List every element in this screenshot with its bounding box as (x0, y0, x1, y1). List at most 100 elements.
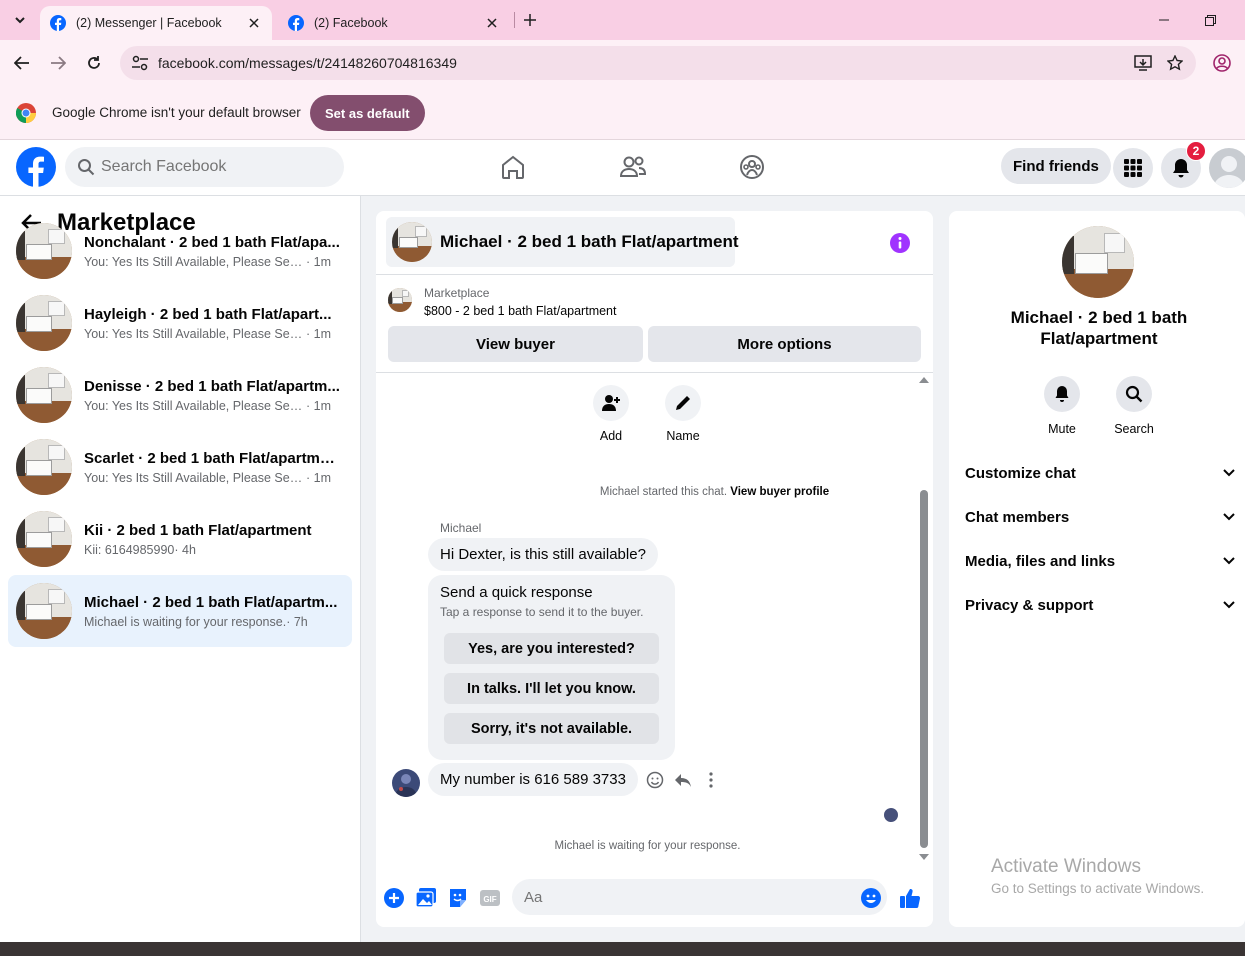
media-files-links-section[interactable]: Media, files and links (965, 549, 1235, 573)
default-browser-infobar: Google Chrome isn't your default browser… (0, 86, 1245, 140)
menu-grid-icon[interactable] (1113, 148, 1153, 188)
conversation-name: Nonchalant · 2 bed 1 bath Flat/apa... (84, 233, 340, 251)
minimize-icon[interactable] (1154, 10, 1174, 30)
new-tab-plus-icon[interactable] (519, 9, 541, 31)
friends-icon[interactable] (618, 152, 648, 182)
tab-facebook[interactable]: (2) Facebook (278, 6, 510, 40)
close-tab-icon[interactable] (246, 15, 262, 31)
svg-text:GIF: GIF (483, 895, 496, 904)
reply-arrow-icon[interactable] (674, 771, 692, 789)
conversation-time: · 1m (306, 326, 331, 341)
conversation-text: Denisse · 2 bed 1 bath Flat/apartm... You… (84, 378, 340, 413)
conversation-item[interactable]: Kii · 2 bed 1 bath Flat/apartment Kii: 61… (8, 503, 352, 575)
section-label: Customize chat (965, 464, 1076, 482)
conversation-preview: Kii: 6164985990 (84, 542, 175, 557)
add-label: Add (599, 429, 623, 443)
conversation-thumbnail (16, 295, 72, 351)
site-settings-icon[interactable] (130, 55, 150, 71)
chat-scrollbar-thumb[interactable] (920, 490, 928, 848)
emoji-icon[interactable] (860, 887, 882, 909)
react-smiley-icon[interactable] (646, 771, 664, 789)
bookmark-star-icon[interactable] (1164, 52, 1186, 74)
tab-messenger[interactable]: (2) Messenger | Facebook (40, 6, 272, 40)
conversation-time: · 4h (174, 542, 196, 557)
conversation-time: · 7h (286, 614, 308, 629)
find-friends-button[interactable]: Find friends (1001, 148, 1111, 184)
quick-reply-button[interactable]: Yes, are you interested? (444, 633, 659, 664)
conversation-item[interactable]: Hayleigh · 2 bed 1 bath Flat/apart... You… (8, 287, 352, 359)
read-receipt-avatar (884, 808, 898, 822)
details-title-line1: Michael · 2 bed 1 bath (1010, 308, 1188, 327)
conversation-item[interactable]: Denisse · 2 bed 1 bath Flat/apartm... You… (8, 359, 352, 431)
conversation-preview: You: Yes Its Still Available, Please Sen… (84, 470, 306, 485)
chevron-down-icon (1223, 557, 1235, 565)
thumbs-up-like-icon[interactable] (899, 887, 921, 909)
facebook-header: Find friends (0, 140, 1245, 196)
address-bar[interactable]: facebook.com/messages/t/2414826070481634… (120, 46, 1196, 80)
listing-price-title[interactable]: $800 - 2 bed 1 bath Flat/apartment (424, 304, 617, 318)
customize-chat-section[interactable]: Customize chat (965, 461, 1235, 485)
more-vertical-icon[interactable] (702, 771, 720, 789)
more-options-button[interactable]: More options (648, 326, 921, 362)
home-icon[interactable] (498, 152, 528, 182)
plus-circle-icon[interactable] (383, 887, 405, 909)
scroll-up-arrow-icon[interactable] (919, 377, 929, 383)
account-avatar[interactable] (1209, 148, 1245, 188)
conversation-thumbnail (16, 583, 72, 639)
conversation-thumbnail (16, 439, 72, 495)
forward-arrow-icon[interactable] (47, 52, 69, 74)
chat-header[interactable]: Michael · 2 bed 1 bath Flat/apartment (386, 217, 739, 267)
facebook-logo-icon[interactable] (16, 147, 56, 187)
add-people-button[interactable]: Add (581, 385, 641, 443)
conversation-preview: You: Yes Its Still Available, Please Sen… (84, 254, 306, 269)
conversation-text: Hayleigh · 2 bed 1 bath Flat/apart... You… (84, 306, 340, 341)
conversation-item[interactable]: Scarlet · 2 bed 1 bath Flat/apartment You… (8, 431, 352, 503)
info-icon[interactable] (889, 232, 911, 254)
conversation-preview-row: You: Yes Its Still Available, Please Sen… (84, 327, 340, 341)
conversation-item[interactable]: Nonchalant · 2 bed 1 bath Flat/apa... You… (8, 215, 352, 287)
groups-icon[interactable] (737, 152, 767, 182)
url-text: facebook.com/messages/t/2414826070481634… (158, 55, 457, 71)
mute-button[interactable]: Mute (1032, 376, 1092, 436)
conversation-item[interactable]: Michael · 2 bed 1 bath Flat/apartm... Mic… (8, 575, 352, 647)
quick-reply-button[interactable]: Sorry, it's not available. (444, 713, 659, 744)
chrome-profile-icon[interactable] (1211, 52, 1233, 74)
conversation-preview-row: Michael is waiting for your response. · … (84, 615, 340, 629)
set-as-default-button[interactable]: Set as default (310, 95, 425, 131)
chat-members-section[interactable]: Chat members (965, 505, 1235, 529)
message-input[interactable] (512, 879, 887, 915)
started-text: Michael started this chat. (599, 486, 728, 498)
scroll-down-arrow-icon[interactable] (919, 854, 929, 860)
restore-icon[interactable] (1200, 10, 1220, 30)
facebook-favicon-icon (50, 15, 66, 31)
tab-search-chevron-icon[interactable] (8, 8, 32, 32)
search-in-chat-button[interactable]: Search (1104, 376, 1164, 436)
details-title: Michael · 2 bed 1 bath Flat/apartment (949, 307, 1245, 349)
quick-reply-button[interactable]: In talks. I'll let you know. (444, 673, 659, 704)
conversation-text: Michael · 2 bed 1 bath Flat/apartm... Mic… (84, 594, 340, 629)
privacy-support-section[interactable]: Privacy & support (965, 593, 1235, 617)
reload-icon[interactable] (83, 52, 105, 74)
facebook-search-box[interactable] (65, 147, 344, 187)
conversation-text: Scarlet · 2 bed 1 bath Flat/apartment You… (84, 450, 340, 485)
conversation-thumbnail (16, 223, 72, 279)
marketplace-label: Marketplace (424, 286, 490, 300)
sticker-icon[interactable] (447, 887, 469, 909)
message-bubble[interactable]: Hi Dexter, is this still available? (428, 538, 658, 571)
edit-name-button[interactable]: Name (653, 385, 713, 443)
conversation-thumbnail (16, 511, 72, 567)
view-buyer-button[interactable]: View buyer (388, 326, 643, 362)
browser-toolbar: facebook.com/messages/t/2414826070481634… (0, 40, 1245, 86)
photo-gallery-icon[interactable] (415, 887, 437, 909)
back-arrow-icon[interactable] (11, 52, 33, 74)
gif-icon[interactable]: GIF (479, 887, 501, 909)
install-app-icon[interactable] (1132, 52, 1154, 74)
search-input[interactable] (101, 158, 321, 176)
close-tab-icon[interactable] (484, 15, 500, 31)
chevron-down-icon (1223, 469, 1235, 477)
message-bubble[interactable]: My number is 616 589 3733 (428, 763, 638, 796)
listing-mini-thumbnail (388, 288, 412, 312)
view-buyer-profile-link[interactable]: View buyer profile (730, 486, 829, 498)
listing-thumbnail (392, 222, 432, 262)
conversation-name: Hayleigh · 2 bed 1 bath Flat/apart... (84, 305, 332, 323)
